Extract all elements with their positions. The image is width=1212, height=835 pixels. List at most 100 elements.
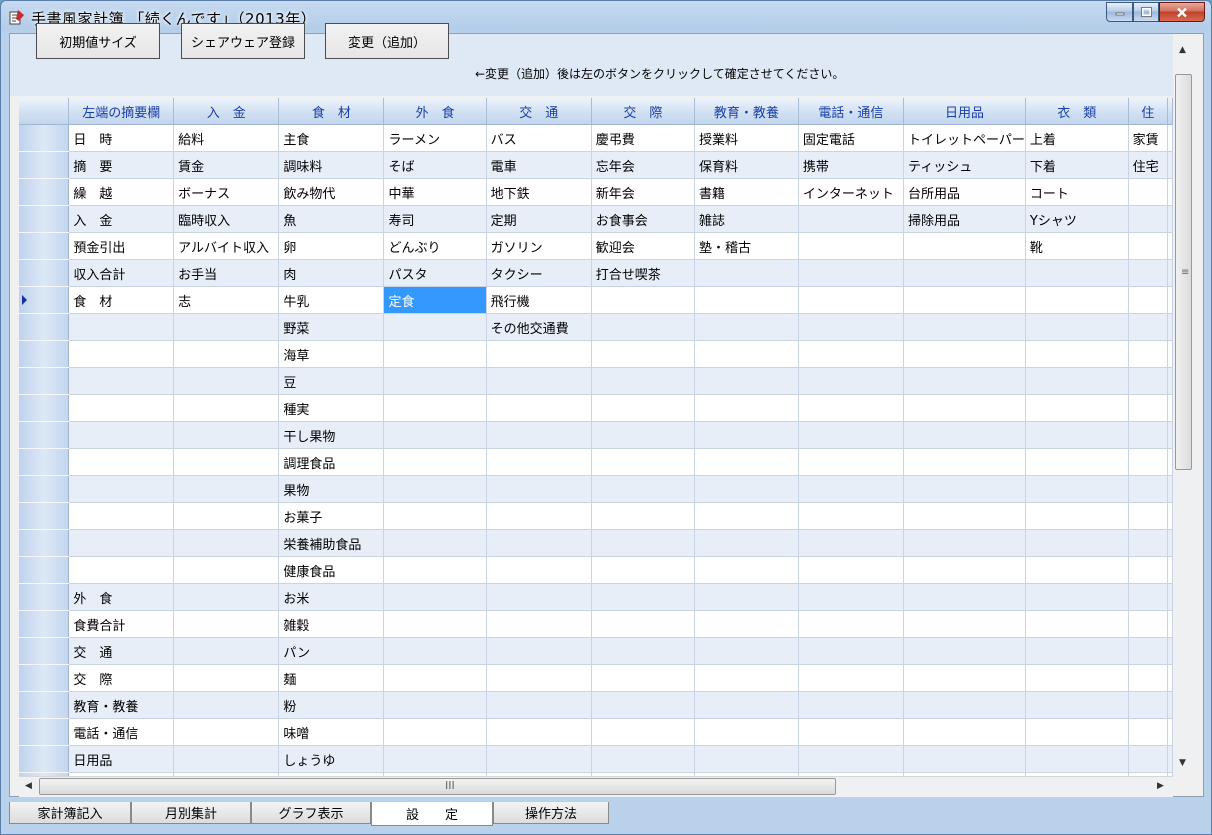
grid-cell[interactable]: [1128, 745, 1169, 773]
grid-cell[interactable]: [173, 691, 280, 719]
grid-cell[interactable]: [68, 340, 175, 368]
grid-cell[interactable]: お食事会: [591, 205, 696, 233]
grid-cell[interactable]: 上着: [1025, 124, 1129, 152]
grid-cell[interactable]: [1128, 610, 1169, 638]
grid-cell[interactable]: [486, 610, 592, 638]
grid-cell[interactable]: [694, 367, 799, 395]
row-header[interactable]: [19, 610, 70, 638]
grid-cell[interactable]: [173, 529, 280, 557]
grid-cell[interactable]: [173, 664, 280, 692]
minimize-button[interactable]: [1106, 2, 1133, 22]
grid-cell[interactable]: [383, 718, 487, 746]
grid-cell[interactable]: ガソリン: [486, 232, 592, 260]
grid-cell[interactable]: しょうゆ: [278, 745, 385, 773]
grid-cell[interactable]: [694, 340, 799, 368]
grid-cell[interactable]: [694, 556, 799, 584]
grid-cell[interactable]: [903, 502, 1026, 530]
grid-cell[interactable]: [68, 367, 175, 395]
grid-cell[interactable]: 雑穀: [278, 610, 385, 638]
grid-cell[interactable]: 豆: [278, 367, 385, 395]
grid-cell[interactable]: [798, 394, 905, 422]
grid-cell[interactable]: 入 金: [68, 205, 175, 233]
grid-cell[interactable]: [383, 745, 487, 773]
grid-cell[interactable]: [383, 610, 487, 638]
grid-cell[interactable]: [1025, 448, 1129, 476]
grid-cell[interactable]: [173, 313, 280, 341]
grid-cell[interactable]: [383, 637, 487, 665]
horizontal-scroll-thumb[interactable]: III: [39, 778, 836, 795]
grid-cell[interactable]: 志: [173, 286, 280, 314]
grid-cell[interactable]: 収入合計: [68, 259, 175, 287]
grid-cell[interactable]: [591, 529, 696, 557]
grid-cell[interactable]: ラーメン: [383, 124, 487, 152]
row-header[interactable]: [19, 178, 70, 206]
grid-cell[interactable]: [1128, 340, 1169, 368]
row-header[interactable]: [19, 151, 70, 179]
grid-cell[interactable]: [903, 529, 1026, 557]
grid-cell[interactable]: [1025, 394, 1129, 422]
grid-cell[interactable]: 靴: [1025, 232, 1129, 260]
grid-cell[interactable]: [1128, 421, 1169, 449]
row-header[interactable]: [19, 124, 70, 152]
shareware-register-button[interactable]: シェアウェア登録: [181, 23, 305, 59]
row-header[interactable]: [19, 475, 70, 503]
grid-cell[interactable]: 書籍: [694, 178, 799, 206]
grid-cell[interactable]: Yシャツ: [1025, 205, 1129, 233]
grid-cell[interactable]: [383, 691, 487, 719]
grid-cell[interactable]: [903, 718, 1026, 746]
grid-cell[interactable]: [694, 583, 799, 611]
grid-cell[interactable]: [798, 340, 905, 368]
grid-cell[interactable]: インターネット: [798, 178, 905, 206]
grid-cell[interactable]: [903, 664, 1026, 692]
grid-cell[interactable]: [1128, 286, 1169, 314]
grid-cell[interactable]: [798, 313, 905, 341]
grid-cell[interactable]: [694, 637, 799, 665]
grid-cell[interactable]: [486, 421, 592, 449]
maximize-button[interactable]: [1133, 2, 1159, 22]
grid-cell[interactable]: [694, 421, 799, 449]
grid-cell[interactable]: 台所用品: [903, 178, 1026, 206]
grid-cell[interactable]: [591, 367, 696, 395]
grid-cell[interactable]: アルバイト収入: [173, 232, 280, 260]
grid-cell[interactable]: [486, 664, 592, 692]
grid-cell[interactable]: [591, 691, 696, 719]
grid-cell[interactable]: 中華: [383, 178, 487, 206]
grid-cell[interactable]: [798, 448, 905, 476]
grid-cell[interactable]: [1128, 502, 1169, 530]
grid-cell[interactable]: [173, 583, 280, 611]
grid-cell[interactable]: 摘 要: [68, 151, 175, 179]
grid-cell[interactable]: [383, 313, 487, 341]
grid-cell[interactable]: 打合せ喫茶: [591, 259, 696, 287]
grid-cell[interactable]: 歓迎会: [591, 232, 696, 260]
grid-cell[interactable]: [486, 583, 592, 611]
grid-cell[interactable]: [1128, 556, 1169, 584]
row-header[interactable]: [19, 637, 70, 665]
grid-cell[interactable]: 食 材: [68, 286, 175, 314]
grid-cell[interactable]: [1025, 664, 1129, 692]
grid-cell[interactable]: [903, 394, 1026, 422]
grid-cell[interactable]: [694, 448, 799, 476]
grid-cell[interactable]: そば: [383, 151, 487, 179]
grid-cell[interactable]: [173, 475, 280, 503]
grid-cell[interactable]: [1128, 259, 1169, 287]
row-header[interactable]: [19, 259, 70, 287]
column-header[interactable]: 交 際: [591, 98, 696, 125]
grid-cell[interactable]: [694, 718, 799, 746]
grid-cell[interactable]: [694, 529, 799, 557]
scroll-left-icon[interactable]: ◀: [25, 781, 32, 791]
grid-cell[interactable]: [591, 637, 696, 665]
grid-cell[interactable]: 寿司: [383, 205, 487, 233]
grid-cell[interactable]: [1025, 583, 1129, 611]
grid-cell[interactable]: 麺: [278, 664, 385, 692]
grid-cell[interactable]: [173, 745, 280, 773]
row-header[interactable]: [19, 718, 70, 746]
grid-cell[interactable]: 預金引出: [68, 232, 175, 260]
grid-cell[interactable]: [383, 421, 487, 449]
grid-cell[interactable]: [1025, 529, 1129, 557]
tab-item[interactable]: グラフ表示: [251, 802, 371, 824]
grid-cell[interactable]: [383, 664, 487, 692]
tab-item[interactable]: 操作方法: [493, 802, 609, 824]
grid-cell[interactable]: [1128, 232, 1169, 260]
grid-cell[interactable]: 飲み物代: [278, 178, 385, 206]
grid-cell[interactable]: [1025, 340, 1129, 368]
